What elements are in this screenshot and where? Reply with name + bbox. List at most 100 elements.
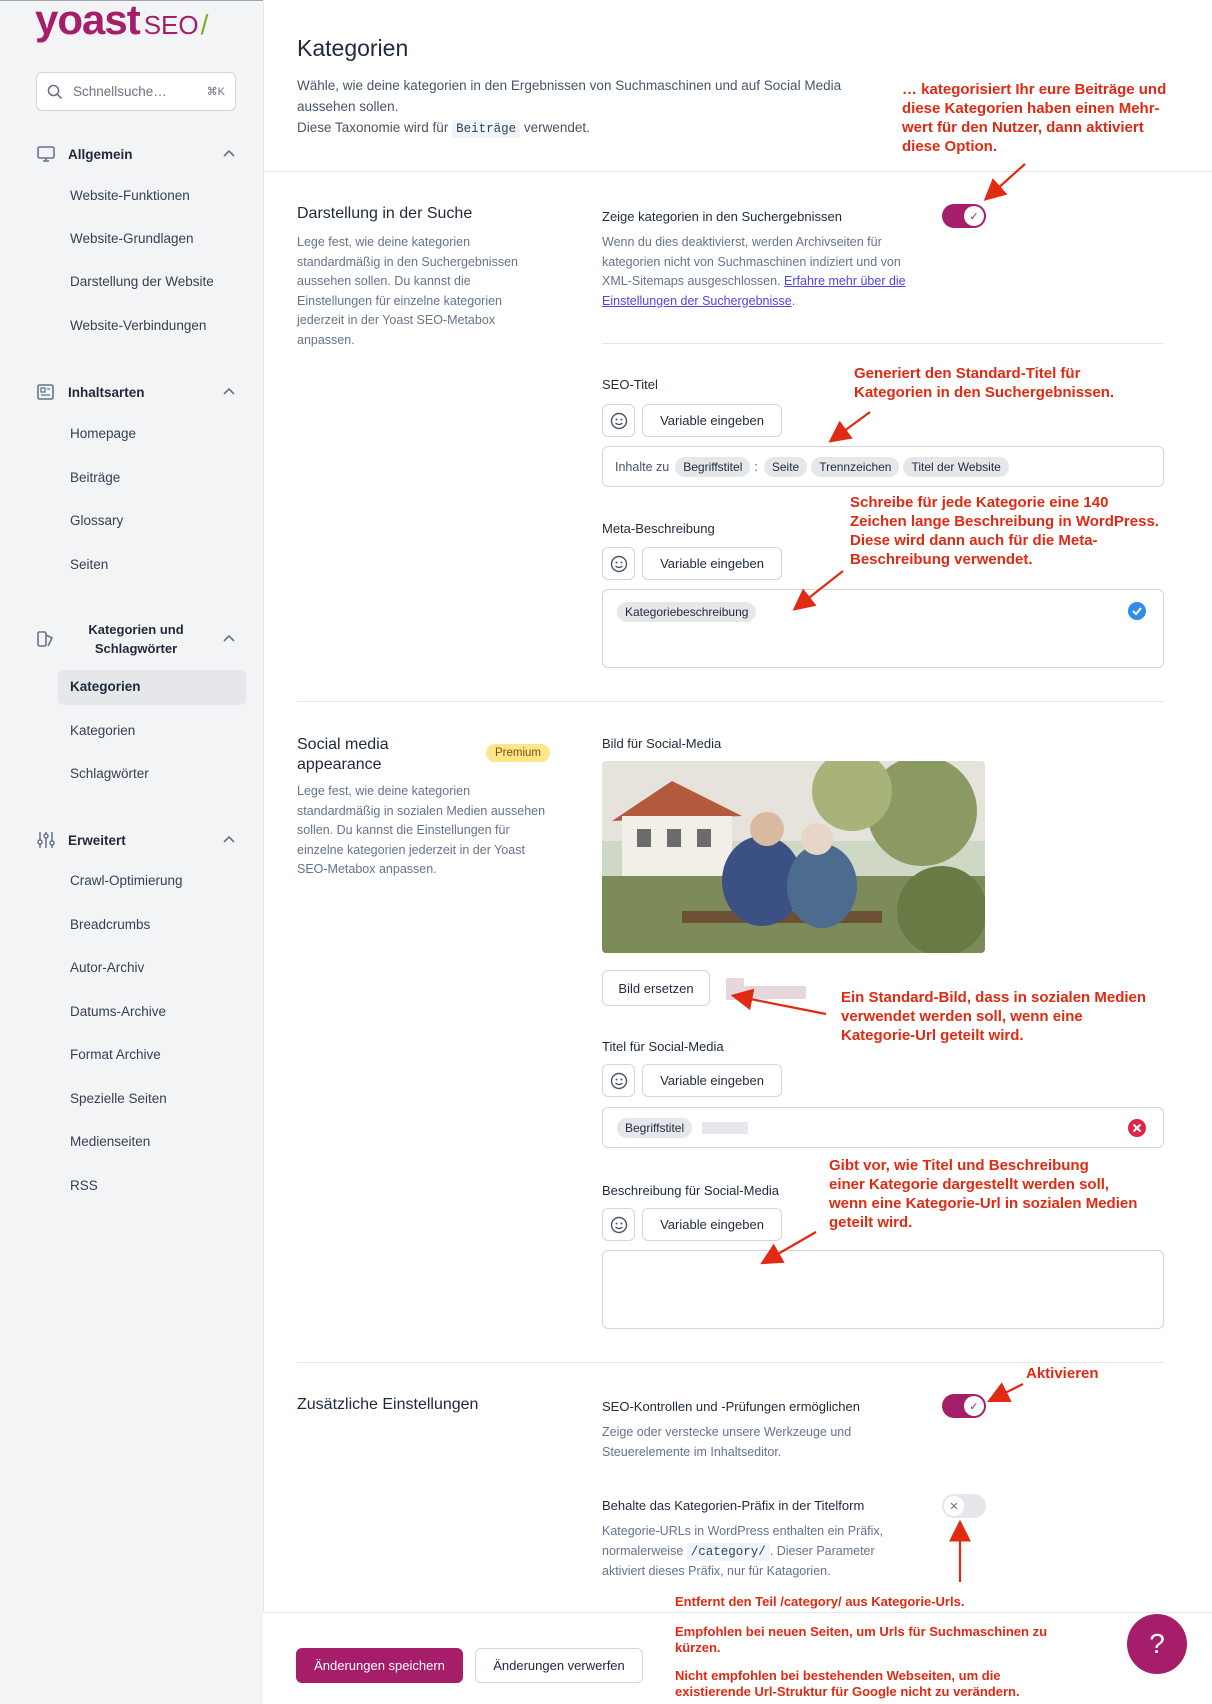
sidebar-item-schlagwoerter[interactable]: Schlagwörter <box>70 766 149 781</box>
emoji-button[interactable] <box>602 1064 635 1097</box>
social-description-field[interactable] <box>602 1250 1164 1329</box>
page-title: Kategorien <box>297 35 409 61</box>
search-icon <box>47 84 63 99</box>
smiley-icon <box>610 412 627 429</box>
blurred-filename <box>744 986 806 999</box>
intro-line-1: Wähle, wie deine kategorien in den Ergeb… <box>297 78 842 114</box>
discard-button[interactable]: Änderungen verwerfen <box>475 1648 643 1683</box>
variable-pill[interactable]: Seite <box>763 456 808 477</box>
sidebar-item-website-verbindungen[interactable]: Website-Verbindungen <box>70 318 206 333</box>
search-shortcut: ⌘K <box>206 86 225 98</box>
sidebar-item-format-archive[interactable]: Format Archive <box>70 1047 161 1062</box>
main-panel: Kategorien Wähle, wie deine kategorien i… <box>263 0 1212 1704</box>
save-button[interactable]: Änderungen speichern <box>296 1648 463 1683</box>
sidebar-item-website-grundlagen[interactable]: Website-Grundlagen <box>70 231 194 246</box>
annotation-5: Gibt vor, wie Titel und Beschreibung ein… <box>829 1157 1138 1231</box>
social-title-field[interactable]: Begriffstitel <box>602 1107 1164 1148</box>
sidebar-item-kategorien-active[interactable]: Kategorien <box>58 670 246 705</box>
sidebar-item-breadcrumbs[interactable]: Breadcrumbs <box>70 917 150 932</box>
sidebar-item-beitraege[interactable]: Beiträge <box>70 470 120 485</box>
quick-search-input[interactable]: Schnellsuche… ⌘K <box>36 72 236 111</box>
smiley-icon <box>610 555 627 572</box>
check-icon: ✓ <box>964 1396 984 1416</box>
category-prefix-toggle[interactable]: ✕ <box>942 1494 986 1518</box>
error-circle-icon <box>1128 1119 1146 1137</box>
section-title-social: Social media appearance <box>297 736 389 773</box>
divider <box>297 1362 1164 1363</box>
annotation-1: … kategorisiert Ihr eure Beiträge und di… <box>902 81 1167 155</box>
variable-pill[interactable]: Begriffstitel <box>617 1117 693 1138</box>
seo-title-prefix: Inhalte zu <box>615 459 670 474</box>
sidebar-item-homepage[interactable]: Homepage <box>70 426 136 441</box>
sidebar-item-glossary[interactable]: Glossary <box>70 513 123 528</box>
intro-pre: Diese Taxonomie wird für <box>297 120 449 135</box>
annotation-8: Empfohlen bei neuen Seiten, um Urls für … <box>675 1624 1048 1655</box>
tag-icon <box>37 631 54 647</box>
sidebar-group-label: Erweitert <box>68 832 126 848</box>
seo-title-label: SEO-Titel <box>602 377 658 392</box>
social-image-label: Bild für Social-Media <box>602 736 722 751</box>
variable-pill[interactable]: Titel der Website <box>903 456 1009 477</box>
annotation-3: Schreibe für jede Kategorie eine 140 Zei… <box>850 494 1159 568</box>
yoast-logo[interactable]: yoast SEO / <box>35 0 208 44</box>
seo-controls-toggle[interactable]: ✓ <box>942 1394 986 1418</box>
blurred-filename <box>726 978 744 1000</box>
sidebar-item-datums-archive[interactable]: Datums-Archive <box>70 1004 166 1019</box>
logo-slash: / <box>200 9 209 40</box>
social-description-label: Beschreibung für Social-Media <box>602 1183 780 1198</box>
insert-variable-button[interactable]: Variable eingeben <box>642 404 782 437</box>
sliders-icon <box>37 832 55 848</box>
divider <box>297 701 1164 702</box>
sidebar-item-darstellung-website[interactable]: Darstellung der Website <box>70 274 214 289</box>
section-desc-social: Lege fest, wie deine kategorien standard… <box>297 784 546 876</box>
sidebar-item-autor-archiv[interactable]: Autor-Archiv <box>70 960 144 975</box>
emoji-button[interactable] <box>602 1208 635 1241</box>
variable-pill[interactable]: Kategoriebeschreibung <box>617 602 757 622</box>
intro-code: Beiträge <box>452 120 521 138</box>
insert-variable-button[interactable]: Variable eingeben <box>642 1064 782 1097</box>
check-circle-icon <box>1128 602 1146 620</box>
meta-description-label: Meta-Beschreibung <box>602 521 715 536</box>
category-prefix-desc: Kategorie-URLs in WordPress enthalten ei… <box>602 1522 912 1582</box>
emoji-button[interactable] <box>602 404 635 437</box>
annotation-6: Aktivieren <box>1026 1365 1099 1382</box>
annotation-7: Entfernt den Teil /category/ aus Kategor… <box>675 1594 965 1609</box>
insert-variable-button[interactable]: Variable eingeben <box>642 1208 782 1241</box>
smiley-icon <box>610 1216 627 1233</box>
chevron-up-icon <box>223 149 235 157</box>
meta-description-field[interactable]: Kategoriebeschreibung <box>602 589 1164 668</box>
logo-suffix: SEO <box>143 10 199 40</box>
chevron-up-icon <box>223 634 235 642</box>
annotation-9: Nicht empfohlen bei bestehenden Webseite… <box>675 1668 1020 1699</box>
replace-image-button[interactable]: Bild ersetzen <box>602 970 710 1006</box>
show-in-search-toggle[interactable]: ✓ <box>942 204 986 228</box>
insert-variable-button[interactable]: Variable eingeben <box>642 547 782 580</box>
seo-title-field[interactable]: Inhalte zu Begriffstitel : Seite Trennze… <box>602 446 1164 487</box>
sidebar-group-kategorien-schlagwoerter[interactable]: Kategorien und Schlagwörter <box>36 620 236 658</box>
sidebar-group-erweitert[interactable]: Erweitert <box>36 830 236 850</box>
sidebar-item-crawl-optimierung[interactable]: Crawl-Optimierung <box>70 873 183 888</box>
premium-badge: Premium <box>486 744 551 762</box>
sidebar-group-allgemein[interactable]: Allgemein <box>36 144 236 164</box>
sidebar-item-seiten[interactable]: Seiten <box>70 557 108 572</box>
sidebar-group-label: Inhaltsarten <box>68 384 145 400</box>
monitor-icon <box>37 146 55 162</box>
chevron-up-icon <box>223 387 235 395</box>
sidebar-item-spezielle-seiten[interactable]: Spezielle Seiten <box>70 1091 167 1106</box>
sidebar-item-medienseiten[interactable]: Medienseiten <box>70 1134 150 1149</box>
check-icon: ✓ <box>964 206 984 226</box>
category-prefix-label: Behalte das Kategorien-Präfix in der Tit… <box>602 1498 865 1513</box>
sidebar-item-kategorien[interactable]: Kategorien <box>70 723 135 738</box>
sidebar-item-website-funktionen[interactable]: Website-Funktionen <box>70 188 190 203</box>
chevron-up-icon <box>223 835 235 843</box>
close-icon: ✕ <box>944 1496 964 1516</box>
emoji-button[interactable] <box>602 547 635 580</box>
divider <box>264 171 1212 172</box>
variable-pill[interactable]: Begriffstitel <box>675 456 751 477</box>
sidebar-group-inhaltsarten[interactable]: Inhaltsarten <box>36 382 236 402</box>
help-button[interactable]: ? <box>1127 1614 1187 1674</box>
intro-post: verwendet. <box>523 120 590 135</box>
variable-pill[interactable]: Trennzeichen <box>811 456 900 477</box>
sidebar-item-rss[interactable]: RSS <box>70 1178 98 1193</box>
annotation-2: Generiert den Standard-Titel für Kategor… <box>854 365 1115 401</box>
